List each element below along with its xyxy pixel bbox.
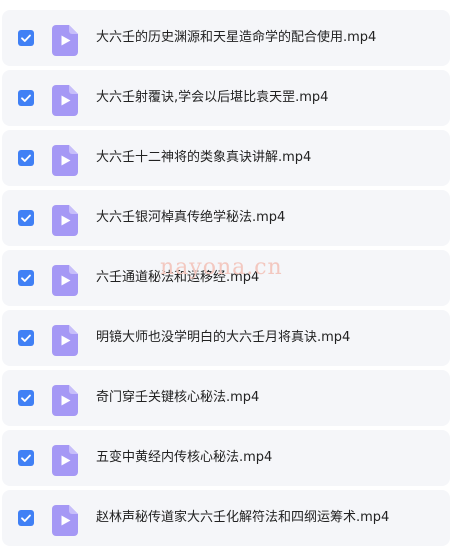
file-row[interactable]: 明镜大师也没学明白的大六壬月将真诀.mp4 [2, 310, 450, 366]
file-row[interactable]: 大六壬十二神将的类象真诀讲解.mp4 [2, 130, 450, 186]
file-row[interactable]: 大六壬银河棹真传绝学秘法.mp4 [2, 190, 450, 246]
video-file-icon [52, 205, 78, 236]
file-list: 大六壬的历史渊源和天星造命学的配合使用.mp4 大六壬射覆诀,学会以后堪比袁天罡… [0, 0, 452, 546]
video-file-icon [52, 265, 78, 296]
file-name: 大六壬射覆诀,学会以后堪比袁天罡.mp4 [96, 90, 329, 105]
check-icon [21, 454, 31, 462]
check-icon [21, 214, 31, 222]
check-icon [21, 34, 31, 42]
checkbox-checked[interactable] [18, 450, 34, 466]
file-row[interactable]: 五变中黄经内传核心秘法.mp4 [2, 430, 450, 486]
file-row[interactable]: 大六壬射覆诀,学会以后堪比袁天罡.mp4 [2, 70, 450, 126]
checkbox-checked[interactable] [18, 390, 34, 406]
checkbox-checked[interactable] [18, 510, 34, 526]
check-icon [21, 94, 31, 102]
file-name: 大六壬银河棹真传绝学秘法.mp4 [96, 210, 286, 225]
file-name: 明镜大师也没学明白的大六壬月将真诀.mp4 [96, 330, 351, 345]
file-name: 奇门穿壬关键核心秘法.mp4 [96, 390, 260, 405]
video-file-icon [52, 25, 78, 56]
checkbox-checked[interactable] [18, 150, 34, 166]
file-name: 五变中黄经内传核心秘法.mp4 [96, 450, 273, 465]
file-row[interactable]: 大六壬的历史渊源和天星造命学的配合使用.mp4 [2, 10, 450, 66]
video-file-icon [52, 445, 78, 476]
file-row[interactable]: 六壬通道秘法和运移经.mp4 [2, 250, 450, 306]
check-icon [21, 394, 31, 402]
video-file-icon [52, 325, 78, 356]
check-icon [21, 334, 31, 342]
checkbox-checked[interactable] [18, 270, 34, 286]
checkbox-checked[interactable] [18, 90, 34, 106]
checkbox-checked[interactable] [18, 330, 34, 346]
check-icon [21, 274, 31, 282]
checkbox-checked[interactable] [18, 30, 34, 46]
video-file-icon [52, 505, 78, 536]
file-name: 六壬通道秘法和运移经.mp4 [96, 270, 260, 285]
checkbox-checked[interactable] [18, 210, 34, 226]
video-file-icon [52, 145, 78, 176]
file-row[interactable]: 赵林声秘传道家大六壬化解符法和四纲运筹术.mp4 [2, 490, 450, 546]
check-icon [21, 514, 31, 522]
file-row[interactable]: 奇门穿壬关键核心秘法.mp4 [2, 370, 450, 426]
file-name: 赵林声秘传道家大六壬化解符法和四纲运筹术.mp4 [96, 510, 390, 525]
video-file-icon [52, 385, 78, 416]
check-icon [21, 154, 31, 162]
file-name: 大六壬的历史渊源和天星造命学的配合使用.mp4 [96, 30, 377, 45]
video-file-icon [52, 85, 78, 116]
file-name: 大六壬十二神将的类象真诀讲解.mp4 [96, 150, 312, 165]
